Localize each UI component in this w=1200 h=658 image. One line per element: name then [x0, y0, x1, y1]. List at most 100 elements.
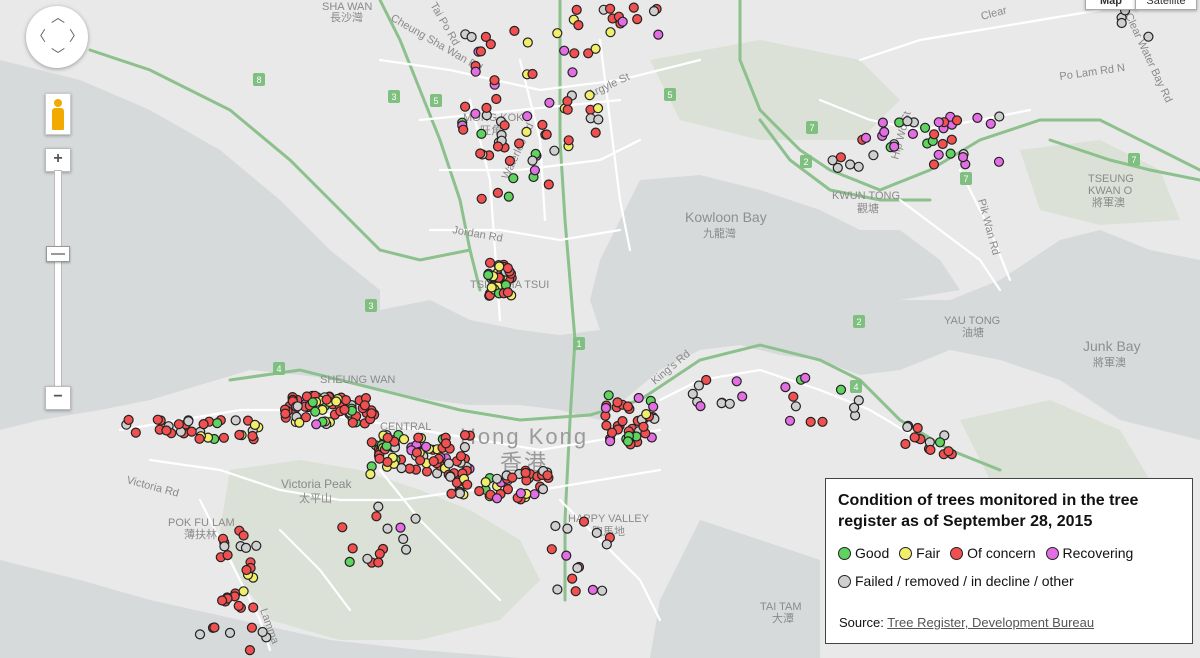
tree-marker[interactable] [737, 391, 748, 402]
tree-marker[interactable] [233, 600, 244, 612]
tree-marker[interactable] [632, 14, 643, 25]
tree-marker[interactable] [240, 542, 252, 554]
tree-marker[interactable] [933, 117, 944, 128]
tree-marker[interactable] [462, 479, 473, 490]
tree-marker[interactable] [321, 394, 332, 405]
tree-marker[interactable] [413, 432, 424, 443]
tree-marker[interactable] [943, 446, 954, 457]
tree-marker[interactable] [365, 469, 376, 480]
tree-marker[interactable] [572, 562, 583, 574]
tree-marker[interactable] [194, 629, 206, 640]
tree-marker[interactable] [395, 522, 406, 533]
tree-marker[interactable] [347, 543, 358, 554]
tree-marker[interactable] [617, 16, 628, 27]
pan-right-icon[interactable]: 〉 [69, 29, 83, 43]
tree-marker[interactable] [562, 523, 573, 534]
tree-marker[interactable] [919, 122, 931, 133]
tree-marker[interactable] [504, 155, 515, 166]
tree-marker[interactable] [520, 467, 531, 478]
tree-marker[interactable] [972, 112, 983, 124]
tree-marker[interactable] [552, 584, 563, 595]
tree-marker[interactable] [459, 430, 471, 441]
tree-marker[interactable] [567, 573, 578, 584]
map-type-map-button[interactable]: Map [1085, 0, 1137, 10]
pan-control[interactable]: ︿ ﹀ 〈 〉 [26, 6, 88, 68]
tree-marker[interactable] [909, 432, 920, 443]
tree-marker[interactable] [868, 150, 879, 161]
tree-marker[interactable] [246, 622, 257, 633]
tree-marker[interactable] [928, 159, 940, 170]
tree-marker[interactable] [562, 96, 573, 107]
tree-marker[interactable] [925, 444, 936, 455]
tree-marker[interactable] [603, 390, 614, 401]
tree-marker[interactable] [491, 93, 502, 105]
tree-marker[interactable] [491, 493, 503, 504]
tree-marker[interactable] [860, 132, 872, 143]
tree-marker[interactable] [415, 455, 426, 466]
tree-marker[interactable] [491, 473, 503, 484]
tree-marker[interactable] [600, 402, 612, 414]
tree-marker[interactable] [480, 31, 491, 43]
tree-marker[interactable] [222, 549, 233, 561]
tree-marker[interactable] [161, 425, 172, 436]
tree-marker[interactable] [123, 414, 134, 425]
tree-marker[interactable] [604, 3, 616, 14]
tree-marker[interactable] [641, 409, 652, 420]
tree-marker[interactable] [483, 269, 494, 281]
tree-marker[interactable] [241, 564, 252, 576]
tree-marker[interactable] [832, 162, 843, 173]
tree-marker[interactable] [928, 129, 940, 140]
map-type-satellite-button[interactable]: Satellite [1135, 0, 1197, 10]
tree-marker[interactable] [244, 644, 255, 656]
tree-marker[interactable] [458, 124, 469, 135]
tree-marker[interactable] [494, 261, 505, 272]
tree-marker[interactable] [902, 116, 913, 127]
tree-marker[interactable] [537, 484, 549, 495]
tree-marker[interactable] [513, 138, 525, 149]
tree-marker[interactable] [209, 622, 220, 633]
tree-marker[interactable] [470, 66, 481, 77]
tree-marker[interactable] [993, 156, 1005, 167]
tree-marker[interactable] [934, 437, 946, 448]
tree-marker[interactable] [573, 20, 584, 31]
tree-marker[interactable] [502, 287, 513, 298]
tree-marker[interactable] [499, 120, 510, 131]
tree-marker[interactable] [248, 602, 259, 613]
tree-marker[interactable] [590, 43, 601, 54]
tree-marker[interactable] [587, 584, 599, 596]
tree-marker[interactable] [362, 553, 373, 564]
tree-marker[interactable] [359, 400, 370, 411]
tree-marker[interactable] [946, 134, 957, 145]
tree-marker[interactable] [653, 29, 664, 40]
tree-marker[interactable] [373, 501, 384, 512]
tree-marker[interactable] [238, 530, 249, 541]
tree-marker[interactable] [459, 442, 470, 453]
tree-marker[interactable] [567, 67, 578, 78]
tree-marker[interactable] [454, 488, 465, 499]
tree-marker[interactable] [591, 527, 602, 539]
tree-marker[interactable] [933, 149, 944, 160]
tree-marker[interactable] [152, 414, 163, 425]
tree-marker[interactable] [912, 422, 923, 434]
tree-marker[interactable] [546, 544, 557, 555]
tree-marker[interactable] [401, 544, 412, 555]
tree-marker[interactable] [480, 477, 491, 488]
tree-marker[interactable] [492, 187, 503, 198]
tree-marker[interactable] [542, 470, 553, 481]
tree-marker[interactable] [817, 416, 828, 427]
tree-marker[interactable] [569, 48, 580, 59]
tree-marker[interactable] [788, 391, 799, 402]
tree-marker[interactable] [563, 135, 574, 146]
tree-marker[interactable] [475, 148, 486, 159]
tree-marker[interactable] [951, 115, 963, 126]
tree-marker[interactable] [522, 37, 533, 48]
tree-marker[interactable] [396, 463, 407, 474]
tree-marker[interactable] [601, 539, 612, 550]
tree-marker[interactable] [474, 486, 485, 497]
tree-marker[interactable] [945, 148, 956, 159]
tree-marker[interactable] [559, 45, 570, 56]
tree-marker[interactable] [455, 451, 467, 462]
tree-marker[interactable] [381, 440, 392, 452]
tree-marker[interactable] [421, 466, 433, 477]
tree-marker[interactable] [957, 152, 969, 163]
